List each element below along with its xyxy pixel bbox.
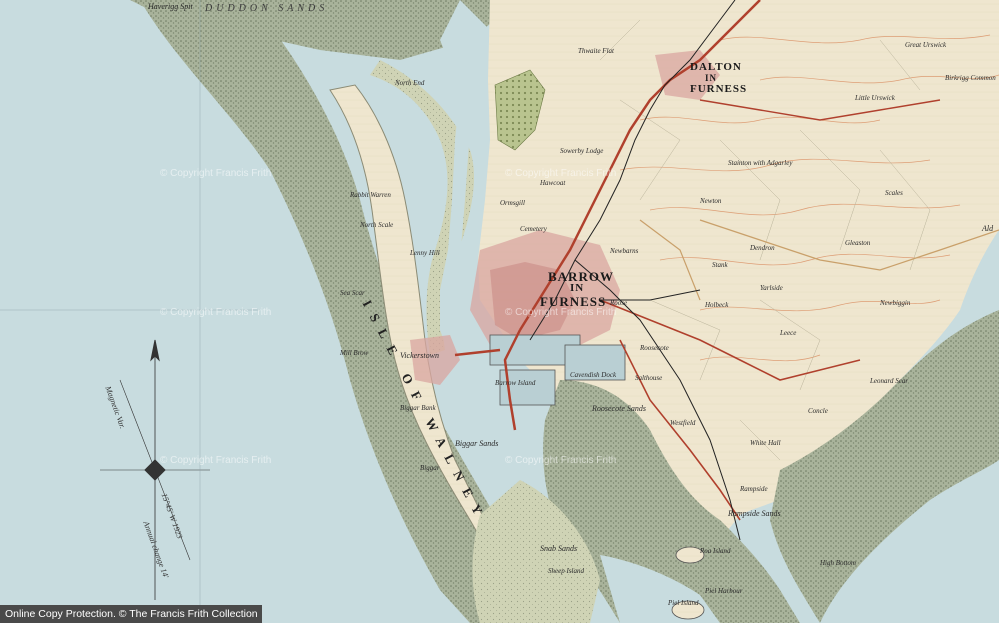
place-label: Biggar Bank	[400, 404, 436, 412]
place-label: Biggar Sands	[455, 439, 499, 448]
place-label: Roosecote	[640, 344, 669, 352]
town-label-dalton: DALTON	[690, 61, 742, 73]
place-label: Stank	[712, 261, 728, 269]
place-label: Mill Brow	[340, 349, 369, 357]
place-label: Piel Island	[668, 599, 699, 607]
place-label: Leonard Scar	[870, 377, 909, 385]
place-label: Vickerstown	[400, 351, 439, 360]
town-label-in: IN	[570, 282, 585, 294]
watermark: © Copyright Francis Frith	[160, 168, 272, 179]
place-label: North End	[395, 79, 425, 87]
place-label: Gleaston	[845, 239, 871, 247]
place-label: Sheep Island	[548, 567, 584, 575]
place-label: Snab Sands	[540, 544, 578, 553]
sea-label: DUDDON SANDS	[205, 3, 329, 14]
place-label: Newbarns	[610, 247, 639, 255]
place-label: Haverigg Spit	[148, 2, 193, 11]
place-label: Great Urswick	[905, 41, 947, 49]
place-label: Roosecote Sands	[592, 404, 646, 413]
place-label: High Bottom	[820, 559, 856, 567]
place-label: Newton	[700, 197, 722, 205]
place-label: Newbiggin	[880, 299, 911, 307]
place-label: Rabbit Warren	[350, 191, 391, 199]
place-label: Holbeck	[705, 301, 729, 309]
place-label: Ormsgill	[500, 199, 525, 207]
place-label: North Scale	[360, 221, 394, 229]
place-label: Hawcoat	[540, 179, 566, 187]
place-label: Barrow Island	[495, 379, 536, 387]
place-label: Birkrigg Common	[945, 74, 996, 82]
place-label: Salthouse	[635, 374, 663, 382]
place-label: Cemetery	[520, 225, 547, 233]
place-label: Westfield	[670, 419, 696, 427]
map-canvas: DUDDON SANDS Haverigg Spit BARROW IN FUR…	[0, 0, 999, 623]
watermark: © Copyright Francis Frith	[505, 307, 617, 318]
place-label: Biggar	[420, 464, 440, 472]
place-label: Piel Harbour	[705, 587, 743, 595]
place-label: Ald	[982, 224, 994, 233]
town-label-dalton-in: IN	[705, 73, 718, 83]
place-label: Roa Island	[700, 547, 731, 555]
place-label: Concle	[808, 407, 828, 415]
watermark: © Copyright Francis Frith	[505, 455, 617, 466]
place-label: Leece	[780, 329, 797, 337]
place-label: Cavendish Dock	[570, 371, 617, 379]
place-label: Thwaite Flat	[578, 47, 614, 55]
place-label: Dendron	[750, 244, 775, 252]
place-label: Stainton with Adgarley	[728, 159, 793, 167]
place-label: Little Urswick	[855, 94, 895, 102]
copyright-footer: Online Copy Protection. © The Francis Fr…	[0, 605, 262, 623]
town-label-dalton-furness: FURNESS	[690, 83, 748, 95]
watermark: © Copyright Francis Frith	[160, 455, 272, 466]
place-label: White Hall	[750, 439, 781, 447]
place-label: Sea Scar	[340, 289, 365, 297]
watermark: © Copyright Francis Frith	[160, 307, 272, 318]
place-label: Rampside	[740, 485, 768, 493]
place-label: Rampside Sands	[728, 509, 781, 518]
place-label: Roose	[610, 299, 628, 307]
place-label: Yarlside	[760, 284, 783, 292]
watermark: © Copyright Francis Frith	[505, 168, 617, 179]
place-label: Lenny Hill	[410, 249, 440, 257]
place-label: Scales	[885, 189, 903, 197]
place-label: Sowerby Lodge	[560, 147, 604, 155]
